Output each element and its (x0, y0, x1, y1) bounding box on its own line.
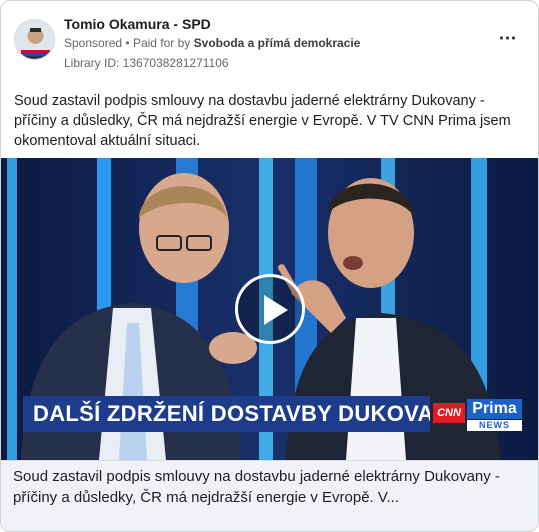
news-logo: NEWS (467, 420, 522, 431)
cnn-logo: CNN (433, 403, 465, 423)
link-caption[interactable]: Soud zastavil podpis smlouvy na dostavbu… (1, 460, 538, 531)
post-body-text: Soud zastavil podpis smlouvy na dostavbu… (14, 93, 511, 149)
ad-card: Tomio Okamura - SPD Sponsored • Paid for… (0, 0, 539, 532)
play-icon[interactable] (235, 274, 305, 344)
caption-text: Soud zastavil podpis smlouvy na dostavbu… (13, 468, 500, 506)
video-chyron: DALŠÍ ZDRŽENÍ DOSTAVBY DUKOVAN (23, 396, 430, 432)
prima-logo: Prima (467, 399, 522, 419)
paid-for-by-link[interactable]: Svoboda a přímá demokracie (194, 36, 361, 50)
paid-for-label: Paid for by (132, 36, 191, 50)
cnn-prima-news-logo: CNN Prima NEWS (433, 399, 523, 431)
page-name[interactable]: Tomio Okamura - SPD (64, 16, 211, 32)
play-triangle (264, 295, 288, 325)
library-id: Library ID: 1367038281271106 (64, 56, 229, 70)
separator-dot: • (125, 36, 130, 50)
page-avatar[interactable] (14, 19, 55, 60)
sponsored-label: Sponsored (64, 36, 123, 50)
sponsored-line: Sponsored • Paid for by Svoboda a přímá … (64, 36, 360, 50)
more-options-icon[interactable]: ⋯ (495, 29, 521, 53)
